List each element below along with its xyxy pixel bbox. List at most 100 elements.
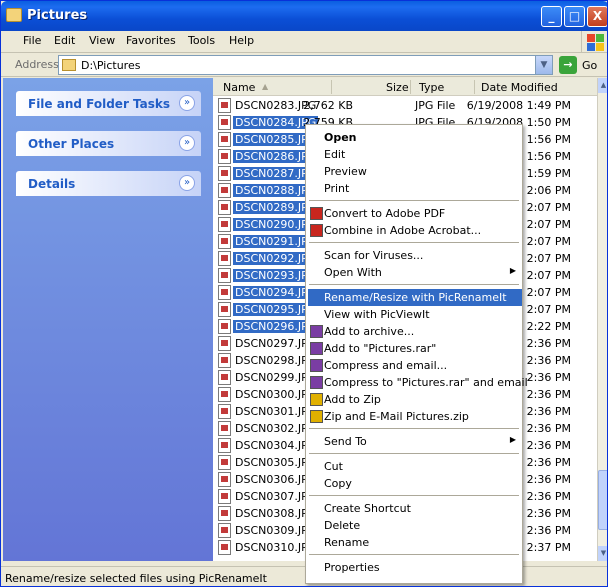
context-menu-item[interactable]: Add to archive... bbox=[308, 323, 522, 340]
file-date: 8 2:36 PM bbox=[516, 388, 571, 401]
menu-item-label: Scan for Viruses... bbox=[324, 249, 424, 262]
column-divider bbox=[474, 80, 475, 94]
menu-item-label: Preview bbox=[324, 165, 367, 178]
submenu-arrow-icon: ▶ bbox=[509, 266, 516, 275]
scroll-down-icon[interactable]: ▼ bbox=[598, 546, 607, 561]
file-date: 8 2:07 PM bbox=[516, 218, 571, 231]
context-menu-item[interactable]: Open bbox=[308, 129, 522, 146]
context-menu-item[interactable]: Send To ▶ bbox=[308, 433, 522, 450]
title-bar[interactable]: Pictures _ □ X bbox=[1, 1, 607, 31]
column-name[interactable]: Name bbox=[223, 81, 255, 94]
chevron-expand-icon[interactable]: » bbox=[179, 95, 195, 111]
menu-help[interactable]: Help bbox=[229, 34, 254, 47]
menu-item-label: Cut bbox=[324, 460, 343, 473]
task-other-places[interactable]: Other Places » bbox=[16, 131, 201, 156]
column-divider bbox=[410, 80, 411, 94]
scroll-thumb[interactable] bbox=[598, 470, 607, 530]
context-menu-item[interactable]: Properties bbox=[308, 559, 522, 576]
task-label: Other Places bbox=[28, 137, 115, 151]
rar-icon bbox=[310, 376, 323, 389]
jpg-file-icon bbox=[218, 387, 231, 402]
context-menu-item[interactable]: Add to "Pictures.rar" bbox=[308, 340, 522, 357]
task-pane: File and Folder Tasks » Other Places » D… bbox=[3, 78, 213, 561]
jpg-file-icon bbox=[218, 319, 231, 334]
context-menu-item[interactable]: Scan for Viruses... bbox=[308, 247, 522, 264]
explorer-window: Pictures _ □ X File Edit View Favorites … bbox=[0, 0, 608, 587]
context-menu-item[interactable]: Compress to "Pictures.rar" and email bbox=[308, 374, 528, 391]
menu-view[interactable]: View bbox=[89, 34, 115, 47]
file-size: 2,762 KB bbox=[303, 99, 353, 112]
file-date: 8 2:36 PM bbox=[516, 405, 571, 418]
file-date: 8 2:07 PM bbox=[516, 303, 571, 316]
file-date: 8 2:07 PM bbox=[516, 269, 571, 282]
menu-file[interactable]: File bbox=[23, 34, 41, 47]
column-size[interactable]: Size bbox=[386, 81, 409, 94]
rar-icon bbox=[310, 342, 323, 355]
file-date: 8 2:37 PM bbox=[516, 541, 571, 554]
menu-item-label: Send To bbox=[324, 435, 367, 448]
address-input[interactable]: D:\Pictures ▼ bbox=[58, 55, 553, 75]
chevron-down-icon[interactable]: ▼ bbox=[535, 56, 552, 74]
jpg-file-icon bbox=[218, 115, 231, 130]
context-menu-item[interactable]: Compress and email... bbox=[308, 357, 522, 374]
context-menu-item[interactable]: Convert to Adobe PDF bbox=[308, 205, 522, 222]
jpg-file-icon bbox=[218, 523, 231, 538]
table-row[interactable]: DSCN0283.JPG 2,762 KB JPG File 6/19/2008 1:… bbox=[213, 97, 597, 114]
column-date[interactable]: Date Modified bbox=[481, 81, 558, 94]
scroll-up-icon[interactable]: ▲ bbox=[598, 78, 607, 93]
file-date: 8 2:36 PM bbox=[516, 422, 571, 435]
jpg-file-icon bbox=[218, 251, 231, 266]
menu-item-label: Create Shortcut bbox=[324, 502, 411, 515]
jpg-file-icon bbox=[218, 98, 231, 113]
menu-tools[interactable]: Tools bbox=[188, 34, 215, 47]
file-date: 8 2:36 PM bbox=[516, 524, 571, 537]
pdf-icon bbox=[310, 207, 323, 220]
file-date: 8 2:36 PM bbox=[516, 354, 571, 367]
jpg-file-icon bbox=[218, 200, 231, 215]
context-menu-item[interactable]: Add to Zip bbox=[308, 391, 522, 408]
context-menu-item[interactable]: Zip and E-Mail Pictures.zip bbox=[308, 408, 522, 425]
minimize-button[interactable]: _ bbox=[541, 6, 562, 27]
task-details[interactable]: Details » bbox=[16, 171, 201, 196]
vertical-scrollbar[interactable]: ▲ ▼ bbox=[597, 78, 607, 561]
close-button[interactable]: X bbox=[587, 6, 607, 27]
jpg-file-icon bbox=[218, 472, 231, 487]
context-menu-item[interactable]: Delete bbox=[308, 517, 522, 534]
chevron-expand-icon[interactable]: » bbox=[179, 175, 195, 191]
menu-item-label: View with PicViewIt bbox=[324, 308, 430, 321]
context-menu-item[interactable]: Create Shortcut bbox=[308, 500, 522, 517]
file-date: 8 2:06 PM bbox=[516, 184, 571, 197]
context-menu-item[interactable]: Preview bbox=[308, 163, 522, 180]
jpg-file-icon bbox=[218, 285, 231, 300]
zip-icon bbox=[310, 393, 323, 406]
go-button[interactable]: → Go bbox=[559, 56, 605, 74]
context-menu-item[interactable]: Print bbox=[308, 180, 522, 197]
context-menu-item[interactable]: Combine in Adobe Acrobat... bbox=[308, 222, 522, 239]
context-menu-item[interactable]: View with PicViewIt bbox=[308, 306, 522, 323]
file-date: 8 2:36 PM bbox=[516, 490, 571, 503]
menu-item-label: Properties bbox=[324, 561, 380, 574]
maximize-button[interactable]: □ bbox=[564, 6, 585, 27]
menu-separator bbox=[309, 284, 519, 285]
menu-separator bbox=[309, 428, 519, 429]
context-menu-item[interactable]: Open With ▶ bbox=[308, 264, 522, 281]
jpg-file-icon bbox=[218, 336, 231, 351]
file-date: 8 1:56 PM bbox=[516, 133, 571, 146]
menu-item-label: Compress and email... bbox=[324, 359, 448, 372]
context-menu-item[interactable]: Edit bbox=[308, 146, 522, 163]
column-type[interactable]: Type bbox=[419, 81, 444, 94]
task-file-and-folder[interactable]: File and Folder Tasks » bbox=[16, 91, 201, 116]
menu-item-label: Delete bbox=[324, 519, 361, 532]
jpg-file-icon bbox=[218, 268, 231, 283]
file-date: 8 2:07 PM bbox=[516, 235, 571, 248]
jpg-file-icon bbox=[218, 234, 231, 249]
context-menu-item[interactable]: Rename/Resize with PicRenameIt bbox=[308, 289, 522, 306]
menu-favorites[interactable]: Favorites bbox=[126, 34, 176, 47]
chevron-expand-icon[interactable]: » bbox=[179, 135, 195, 151]
file-date: 8 2:36 PM bbox=[516, 439, 571, 452]
context-menu-item[interactable]: Cut bbox=[308, 458, 522, 475]
menu-edit[interactable]: Edit bbox=[54, 34, 75, 47]
context-menu-item[interactable]: Copy bbox=[308, 475, 522, 492]
context-menu-item[interactable]: Rename bbox=[308, 534, 522, 551]
jpg-file-icon bbox=[218, 455, 231, 470]
